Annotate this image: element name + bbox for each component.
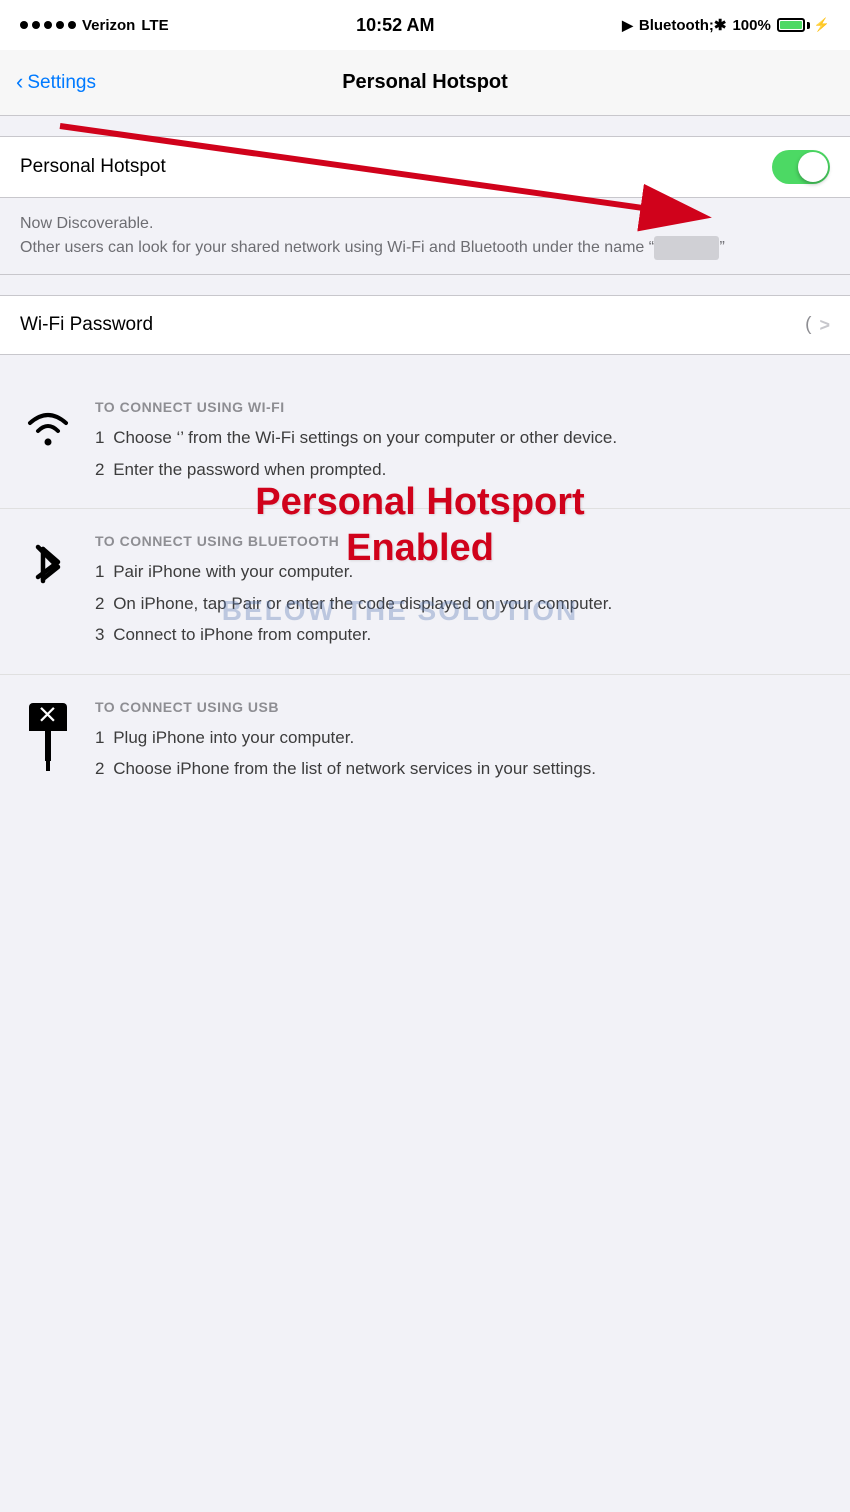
usb-plug-head: ⨉ <box>29 703 67 731</box>
wifi-icon <box>23 403 73 448</box>
status-bar: Verizon LTE 10:52 AM ▶ Bluetooth;✱ 100% … <box>0 0 850 50</box>
bt-step-1: 1 Pair iPhone with your computer. <box>95 559 830 585</box>
usb-step-2-text: Choose iPhone from the list of network s… <box>113 759 596 778</box>
wifi-step-2: 2 Enter the password when prompted. <box>95 457 830 483</box>
wifi-step-num-2: 2 <box>95 460 104 479</box>
wifi-instruction-title: TO CONNECT USING WI-FI <box>95 399 830 415</box>
bluetooth-instruction-title: TO CONNECT USING BLUETOOTH <box>95 533 830 549</box>
bluetooth-status-icon: Bluetooth;✱ <box>639 16 727 34</box>
dot5 <box>68 21 76 29</box>
dot4 <box>56 21 64 29</box>
usb-instruction-content: TO CONNECT USING USB 1 Plug iPhone into … <box>95 699 830 788</box>
wifi-password-label: Wi-Fi Password <box>20 314 805 336</box>
status-left: Verizon LTE <box>20 17 169 34</box>
bluetooth-instruction-block: TO CONNECT USING BLUETOOTH 1 Pair iPhone… <box>0 509 850 675</box>
wifi-password-value: ( <box>805 314 811 336</box>
network-type-label: LTE <box>141 17 168 34</box>
bt-step-1-text: Pair iPhone with your computer. <box>113 562 353 581</box>
location-icon: ▶ <box>622 17 633 34</box>
battery-percent-label: 100% <box>732 17 770 34</box>
gap-before-wifi-password <box>0 275 850 295</box>
bt-step-3: 3 Connect to iPhone from computer. <box>95 622 830 648</box>
back-button[interactable]: ‹ Settings <box>16 72 96 94</box>
gap-above-hotspot <box>0 116 850 136</box>
dot3 <box>44 21 52 29</box>
wifi-instruction-block: TO CONNECT USING WI-FI 1 Choose ‘’ from … <box>0 375 850 509</box>
time-label: 10:52 AM <box>356 15 434 36</box>
status-right: ▶ Bluetooth;✱ 100% ⚡ <box>622 16 830 34</box>
wifi-step-1: 1 Choose ‘’ from the Wi-Fi settings on y… <box>95 425 830 451</box>
bluetooth-icon <box>23 537 73 592</box>
bt-step-3-text: Connect to iPhone from computer. <box>113 625 371 644</box>
network-name-hidden <box>654 236 719 260</box>
wifi-password-chevron-icon: > <box>819 315 830 336</box>
usb-step-2: 2 Choose iPhone from the list of network… <box>95 756 830 782</box>
gap-before-instructions <box>0 355 850 375</box>
usb-instruction-block: ⨉ TO CONNECT USING USB 1 Plug iPhone int… <box>0 675 850 808</box>
wifi-step-num-1: 1 <box>95 428 104 447</box>
hotspot-label: Personal Hotspot <box>20 156 772 178</box>
page-title: Personal Hotspot <box>342 71 508 94</box>
battery-indicator: ⚡ <box>777 17 830 33</box>
usb-step-1: 1 Plug iPhone into your computer. <box>95 725 830 751</box>
hotspot-toggle[interactable] <box>772 150 830 184</box>
usb-base <box>46 761 50 771</box>
wifi-step-2-text: Enter the password when prompted. <box>113 460 386 479</box>
discoverable-section: Now Discoverable. Other users can look f… <box>0 198 850 275</box>
toggle-knob <box>798 152 828 182</box>
dot1 <box>20 21 28 29</box>
navigation-bar: ‹ Settings Personal Hotspot <box>0 50 850 116</box>
usb-instruction-title: TO CONNECT USING USB <box>95 699 830 715</box>
dot2 <box>32 21 40 29</box>
wifi-icon-container <box>20 399 75 488</box>
wifi-password-row[interactable]: Wi-Fi Password ( > <box>0 295 850 355</box>
battery-fill <box>780 21 802 29</box>
back-label: Settings <box>27 72 96 94</box>
usb-symbol-icon: ⨉ <box>40 705 54 726</box>
usb-icon: ⨉ <box>23 703 73 783</box>
bt-step-2-text: On iPhone, tap Pair or enter the code di… <box>113 594 612 613</box>
discoverable-text: Now Discoverable. Other users can look f… <box>20 212 830 260</box>
discoverable-line1: Now Discoverable. <box>20 215 153 232</box>
wifi-step-1-text: Choose ‘’ from the Wi-Fi settings on you… <box>113 428 617 447</box>
wifi-instruction-content: TO CONNECT USING WI-FI 1 Choose ‘’ from … <box>95 399 830 488</box>
discoverable-line2: Other users can look for your shared net… <box>20 239 725 256</box>
hotspot-section: Personal Hotspot <box>0 136 850 198</box>
signal-dots <box>20 21 76 29</box>
usb-icon-container: ⨉ <box>20 699 75 788</box>
usb-neck <box>45 731 51 761</box>
usb-step-1-text: Plug iPhone into your computer. <box>113 728 354 747</box>
bluetooth-instruction-content: TO CONNECT USING BLUETOOTH 1 Pair iPhone… <box>95 533 830 654</box>
bt-step-2: 2 On iPhone, tap Pair or enter the code … <box>95 591 830 617</box>
back-chevron-icon: ‹ <box>16 71 23 93</box>
battery-body <box>777 18 805 32</box>
hotspot-row: Personal Hotspot <box>0 137 850 197</box>
battery-tip <box>807 22 810 29</box>
lightning-icon: ⚡ <box>814 17 830 33</box>
carrier-label: Verizon <box>82 17 135 34</box>
bluetooth-icon-container <box>20 533 75 654</box>
